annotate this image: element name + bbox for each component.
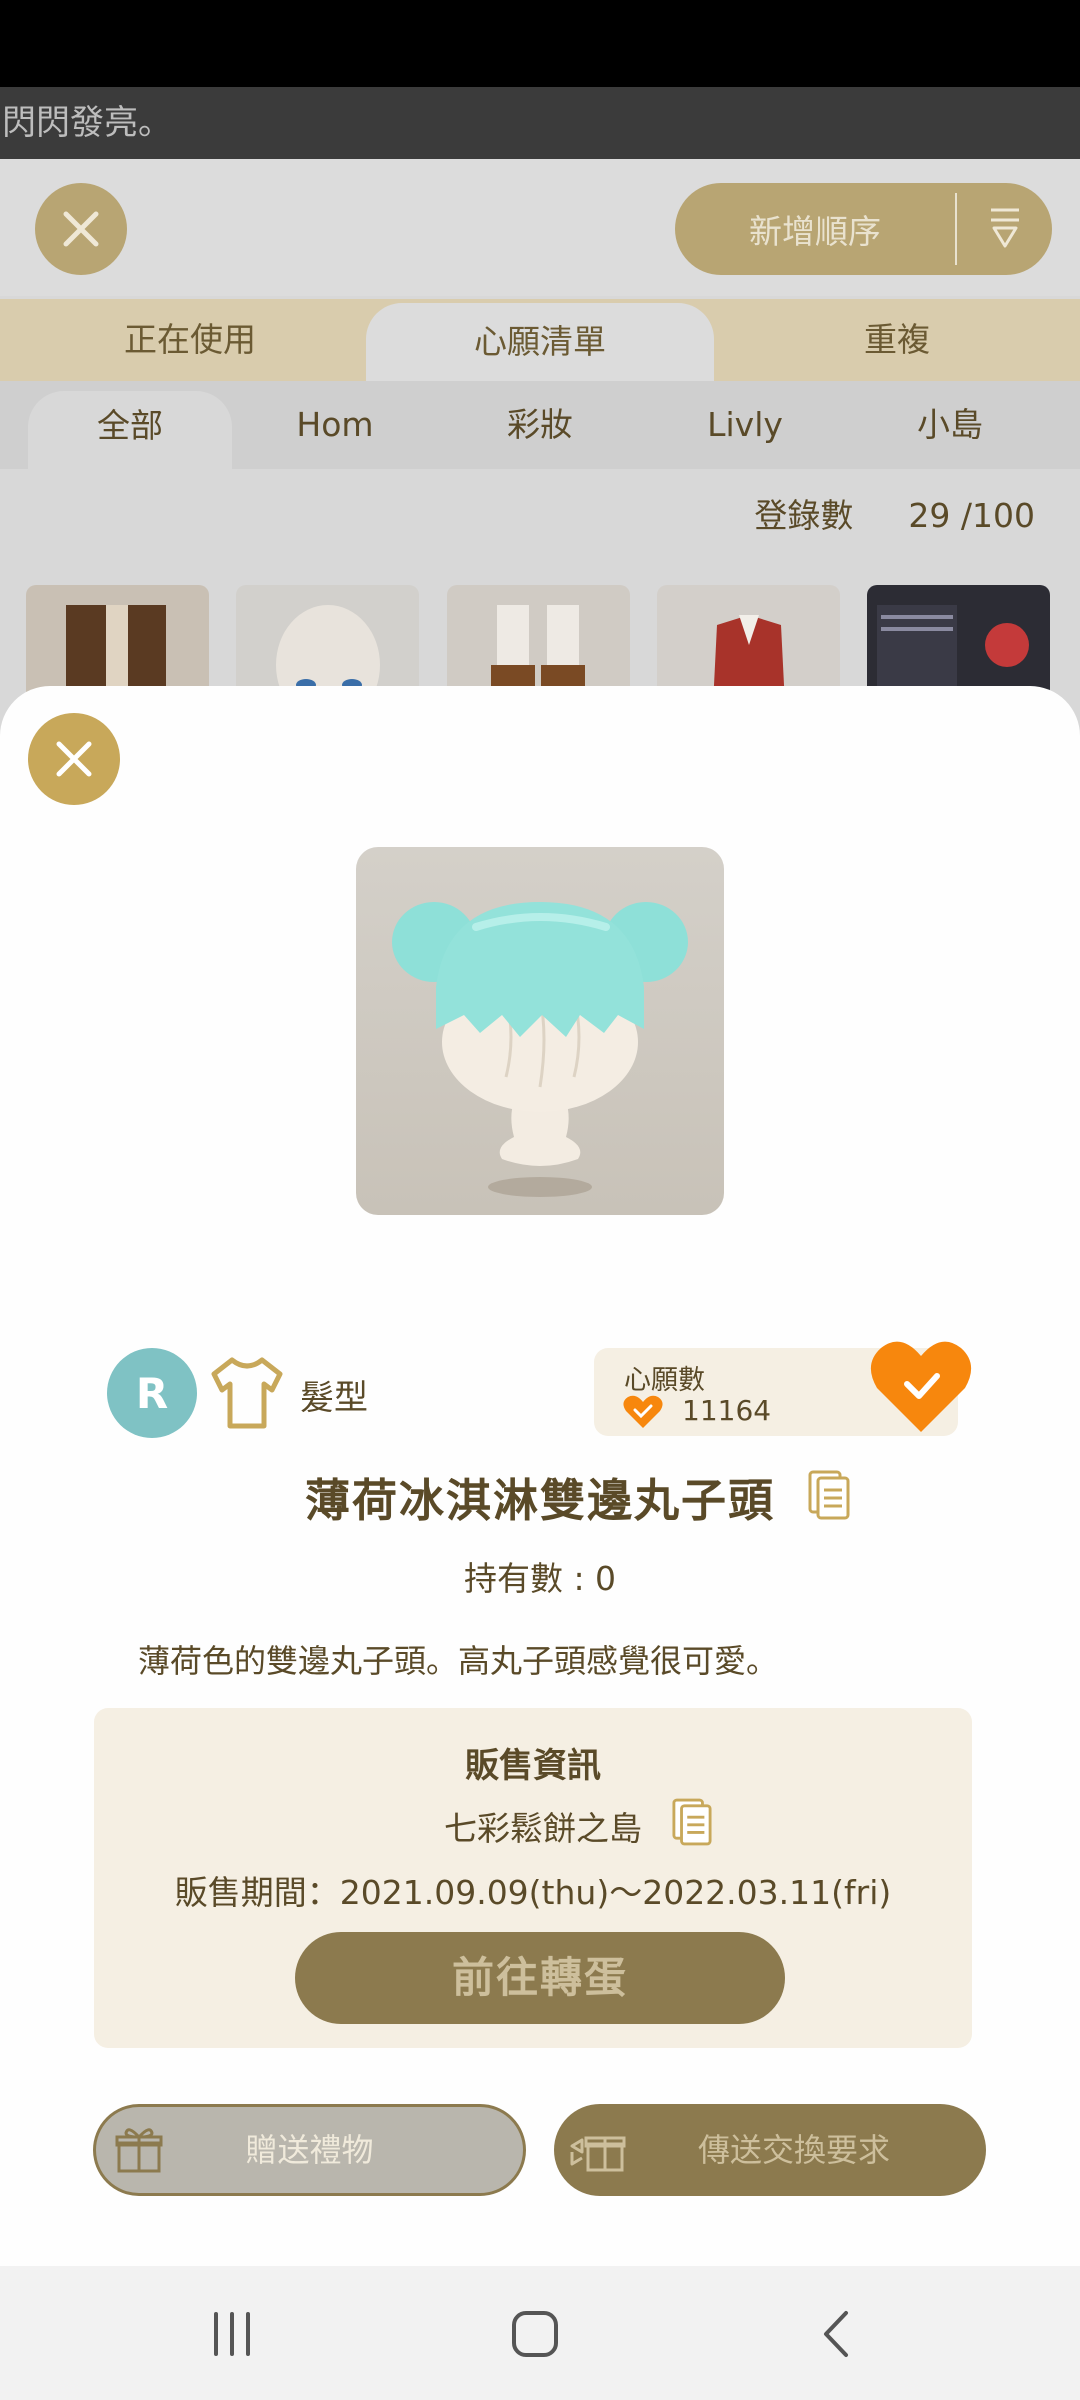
back-icon (824, 2311, 848, 2357)
send-gift-label: 贈送禮物 (245, 2131, 374, 2169)
subtab-makeup[interactable]: 彩妝 (438, 381, 642, 469)
close-icon (56, 741, 92, 777)
subtab-label: 全部 (97, 406, 163, 445)
recent-apps-icon (214, 2312, 250, 2356)
sale-island-name: 七彩鬆餅之島 (444, 1809, 642, 1848)
count-label: 登錄數 (754, 496, 854, 535)
goto-gacha-button[interactable]: 前往轉蛋 (295, 1932, 785, 2024)
item-name-text: 薄荷冰淇淋雙邊丸子頭 (304, 1474, 775, 1527)
send-trade-request-button[interactable]: 傳送交換要求 (554, 2104, 986, 2196)
rarity-label: R (135, 1368, 169, 1418)
item-description: 薄荷色的雙邊丸子頭。高丸子頭感覺很可愛。 (138, 1642, 779, 1680)
tab-label: 正在使用 (124, 320, 256, 359)
shirt-icon (211, 1357, 283, 1429)
wishlist-heart-toggle[interactable] (869, 1338, 973, 1436)
sort-icon (957, 206, 1052, 252)
registered-count: 登錄數 29 /100 (754, 489, 1035, 537)
item-preview-image (356, 847, 724, 1215)
document-icon[interactable] (672, 1798, 712, 1846)
status-bar (0, 0, 1080, 87)
item-name: 薄荷冰淇淋雙邊丸子頭 (0, 1464, 1080, 1529)
wish-count-label: 心願數 (624, 1365, 705, 1396)
document-icon[interactable] (808, 1470, 850, 1520)
subtab-label: Livly (707, 405, 783, 444)
top-bar: 新增順序 (0, 159, 1080, 296)
mint-bun-hair-image (392, 902, 688, 1197)
close-sheet-button[interactable] (28, 713, 120, 805)
tab-label: 心願清單 (474, 322, 606, 361)
tab-duplicate[interactable]: 重複 (714, 299, 1080, 381)
subtab-island[interactable]: 小島 (848, 381, 1052, 469)
subtab-label: 彩妝 (507, 405, 573, 444)
tab-wishlist[interactable]: 心願清單 (366, 303, 714, 381)
subtab-hom[interactable]: Hom (232, 381, 438, 469)
sale-period: 販售期間：2021.09.09(thu)～2022.03.11(fri) (174, 1873, 892, 1912)
item-detail-sheet: R 髮型 心願數 11164 薄荷冰淇淋雙邊丸子頭 持有數 : 0 薄荷色的雙邊… (0, 686, 1080, 2266)
wishlist-tabs: 正在使用 心願清單 重複 (0, 299, 1080, 381)
notice-text: 閃閃發亮。 (2, 103, 172, 143)
tab-label: 重複 (864, 320, 930, 359)
system-nav-bar (0, 2266, 1080, 2400)
subtab-all[interactable]: 全部 (28, 391, 232, 469)
home-icon (512, 2311, 558, 2357)
notice-banner: 閃閃發亮。 (0, 87, 1080, 159)
subtab-label: Hom (296, 405, 374, 444)
owned-count: 持有數 : 0 (463, 1559, 617, 1598)
sort-label: 新增順序 (749, 212, 881, 251)
tab-in-use[interactable]: 正在使用 (0, 299, 380, 381)
send-gift-button[interactable]: 贈送禮物 (93, 2104, 526, 2196)
back-button[interactable] (808, 2304, 868, 2364)
close-button[interactable] (35, 183, 127, 275)
recent-apps-button[interactable] (202, 2304, 262, 2364)
close-icon (63, 211, 99, 247)
home-button[interactable] (505, 2304, 565, 2364)
wish-count-value: 11164 (682, 1394, 772, 1427)
subtab-livly[interactable]: Livly (642, 381, 848, 469)
heart-check-icon (623, 1395, 663, 1428)
subtab-label: 小島 (917, 405, 983, 444)
sale-info-title: 販售資訊 (465, 1746, 601, 1786)
category-subtabs: 全部 Hom 彩妝 Livly 小島 (0, 381, 1080, 469)
sort-order-button[interactable]: 新增順序 (675, 183, 1052, 275)
goto-gacha-label: 前往轉蛋 (451, 1953, 628, 2002)
sale-info-box: 販售資訊 七彩鬆餅之島 販售期間：2021.09.09(thu)～2022.03… (94, 1708, 972, 2048)
item-category: 髮型 (300, 1378, 368, 1418)
send-trade-label: 傳送交換要求 (697, 2131, 890, 2169)
count-value: 29 /100 (908, 496, 1035, 535)
rarity-badge: R (107, 1348, 197, 1438)
